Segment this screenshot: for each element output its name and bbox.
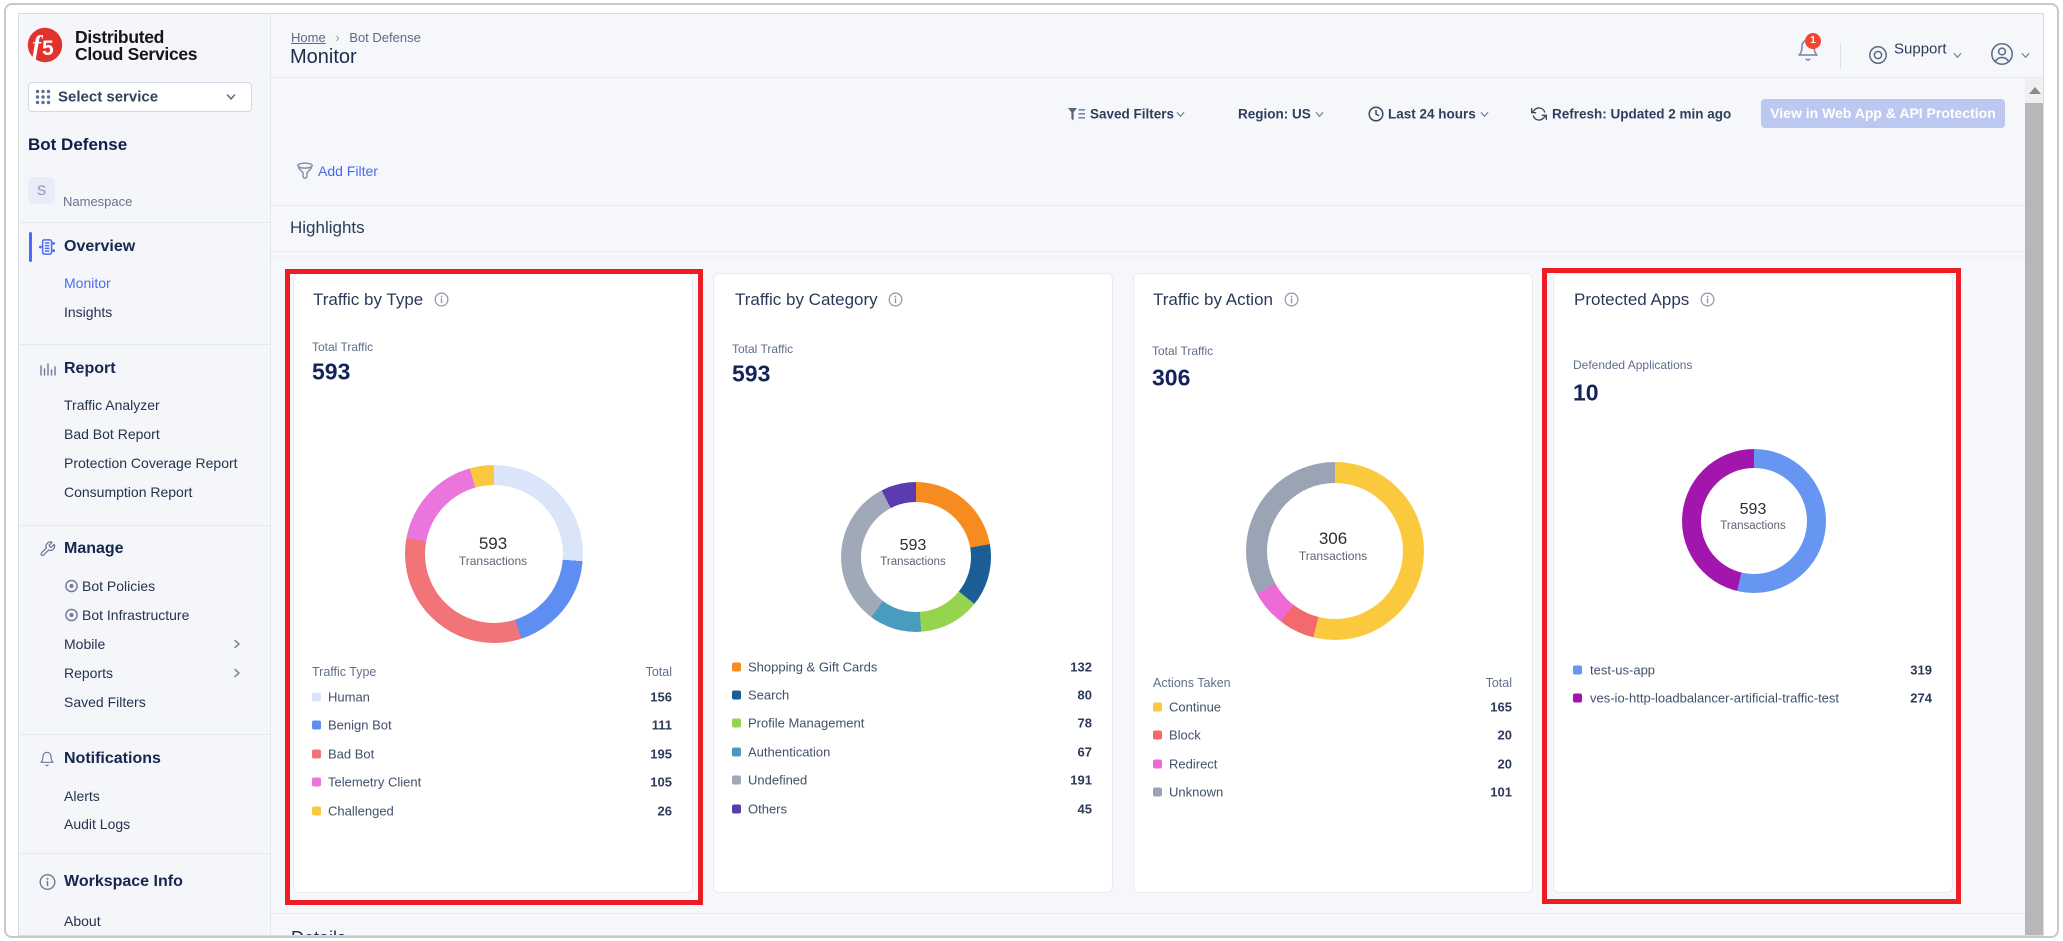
svg-text:5: 5 xyxy=(42,37,54,60)
